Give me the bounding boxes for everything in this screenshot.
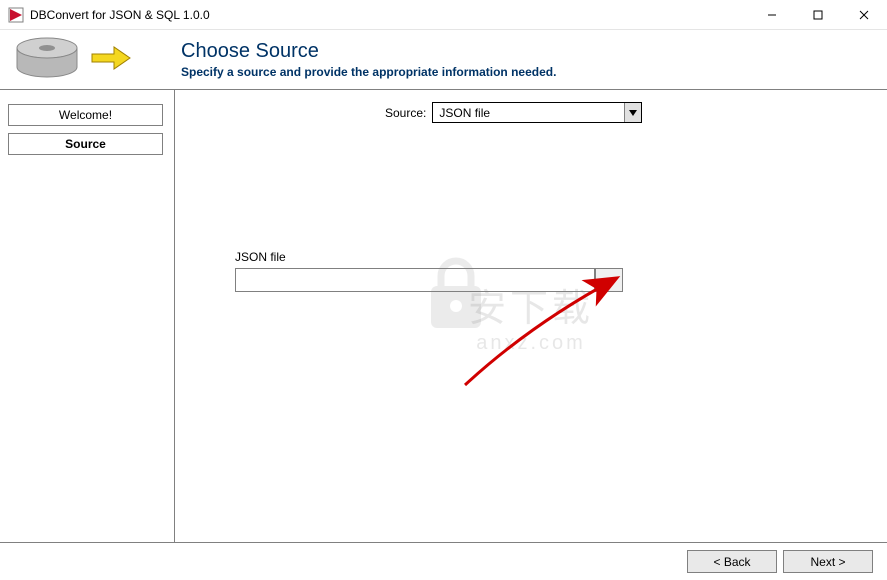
- disc-icon: [12, 33, 82, 86]
- back-button-label: < Back: [713, 555, 750, 569]
- source-label: Source:: [385, 106, 426, 120]
- window-controls: [749, 0, 887, 29]
- window-title: DBConvert for JSON & SQL 1.0.0: [30, 8, 749, 22]
- chevron-down-icon: [624, 103, 641, 122]
- watermark-text-2: anxz.com: [468, 332, 594, 355]
- titlebar: DBConvert for JSON & SQL 1.0.0: [0, 0, 887, 30]
- app-icon: [8, 7, 24, 23]
- close-button[interactable]: [841, 0, 887, 29]
- file-label: JSON file: [235, 250, 623, 264]
- main-panel: Source: JSON file JSON file ...: [175, 90, 887, 542]
- next-button[interactable]: Next >: [783, 550, 873, 573]
- footer: < Back Next >: [0, 542, 887, 580]
- arrow-icon: [90, 44, 132, 75]
- source-dropdown-value: JSON file: [433, 106, 624, 120]
- source-dropdown[interactable]: JSON file: [432, 102, 642, 123]
- sidebar-step-welcome[interactable]: Welcome!: [8, 104, 163, 126]
- maximize-button[interactable]: [795, 0, 841, 29]
- header: Choose Source Specify a source and provi…: [0, 30, 887, 90]
- sidebar: Welcome! Source: [0, 90, 175, 542]
- next-button-label: Next >: [810, 555, 845, 569]
- page-title: Choose Source: [181, 40, 556, 63]
- sidebar-step-label: Source: [65, 137, 106, 151]
- sidebar-step-label: Welcome!: [59, 108, 112, 122]
- back-button[interactable]: < Back: [687, 550, 777, 573]
- heading: Choose Source Specify a source and provi…: [177, 40, 556, 79]
- sidebar-step-source[interactable]: Source: [8, 133, 163, 155]
- page-subtitle: Specify a source and provide the appropr…: [181, 65, 556, 79]
- minimize-button[interactable]: [749, 0, 795, 29]
- logo-area: [12, 33, 177, 86]
- browse-button[interactable]: ...: [595, 268, 623, 292]
- json-file-input[interactable]: [235, 268, 595, 292]
- browse-button-label: ...: [602, 273, 615, 287]
